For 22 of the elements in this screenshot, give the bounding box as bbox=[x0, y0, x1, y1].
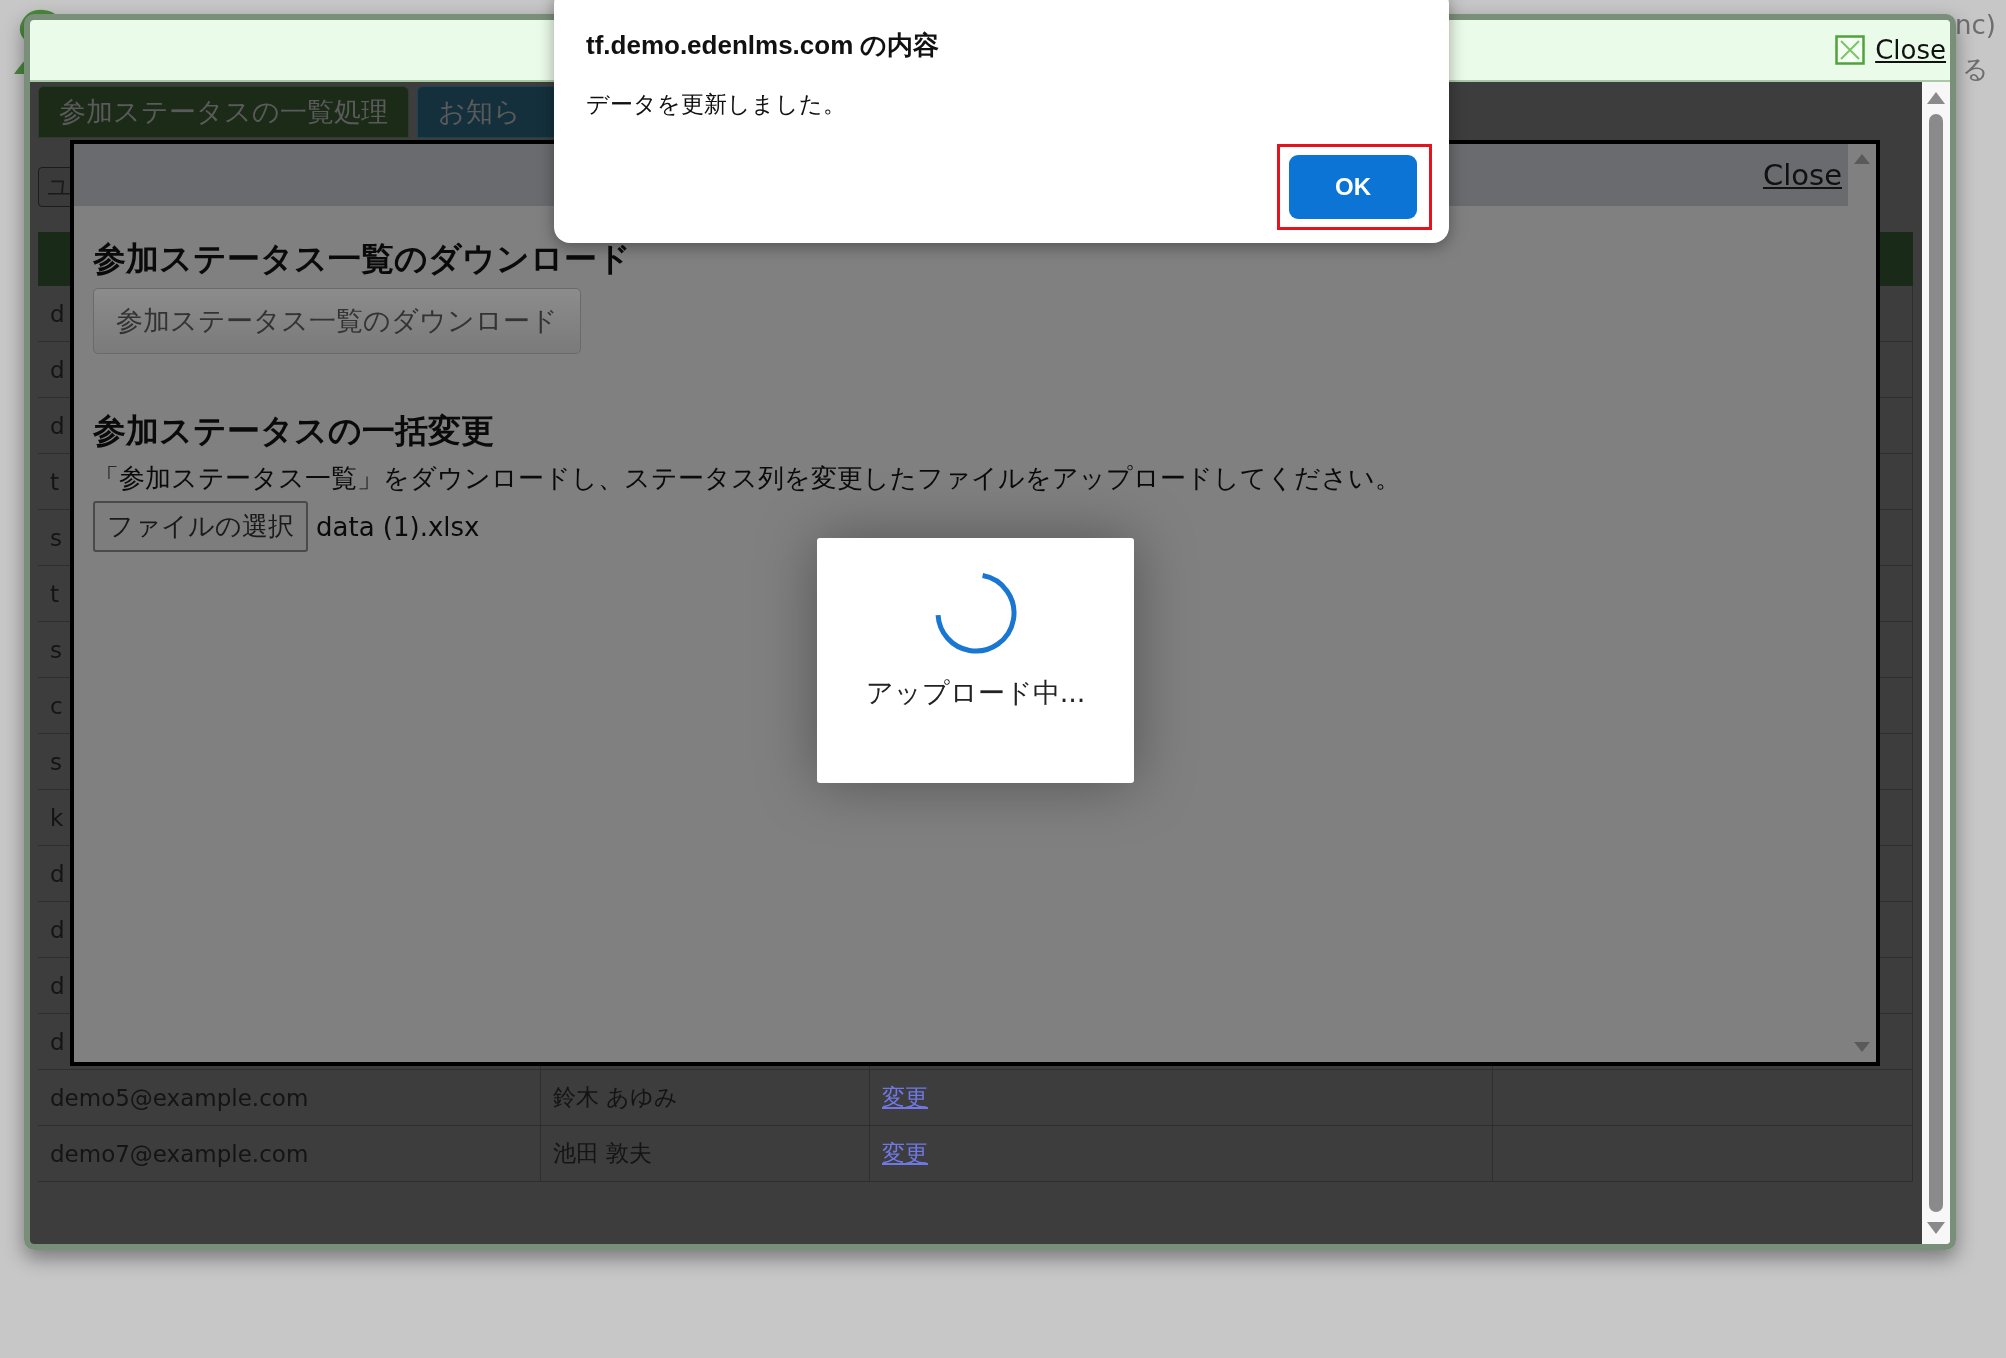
ok-button[interactable]: OK bbox=[1289, 155, 1417, 219]
section-heading: 参加ステータス一覧のダウンロード bbox=[93, 239, 631, 279]
spinner-icon bbox=[933, 571, 1018, 655]
change-link[interactable]: 変更 bbox=[882, 1082, 928, 1113]
background-text: る bbox=[1962, 53, 1989, 86]
scroll-up-icon[interactable] bbox=[1927, 92, 1945, 104]
background-text: nc) bbox=[1955, 10, 1996, 40]
change-link[interactable]: 変更 bbox=[882, 1138, 928, 1169]
loading-text: アップロード中... bbox=[865, 676, 1086, 710]
close-icon[interactable] bbox=[1835, 35, 1866, 65]
scrollbar[interactable] bbox=[1922, 82, 1950, 1244]
close-link[interactable]: Close bbox=[1763, 158, 1842, 192]
download-button[interactable]: 参加ステータス一覧のダウンロード bbox=[93, 288, 581, 354]
scroll-down-icon[interactable] bbox=[1854, 1042, 1870, 1052]
choose-file-button[interactable]: ファイルの選択 bbox=[93, 501, 308, 552]
section-heading: 参加ステータスの一括変更 bbox=[93, 411, 494, 451]
scroll-up-icon[interactable] bbox=[1854, 154, 1870, 164]
close-link[interactable]: Close bbox=[1875, 35, 1946, 65]
tab[interactable]: 参加ステータスの一覧処理 bbox=[38, 86, 409, 138]
file-name: data (1).xlsx bbox=[316, 511, 480, 542]
alert-title: tf.demo.edenlms.com の内容 bbox=[586, 29, 941, 62]
scroll-down-icon[interactable] bbox=[1927, 1222, 1945, 1234]
